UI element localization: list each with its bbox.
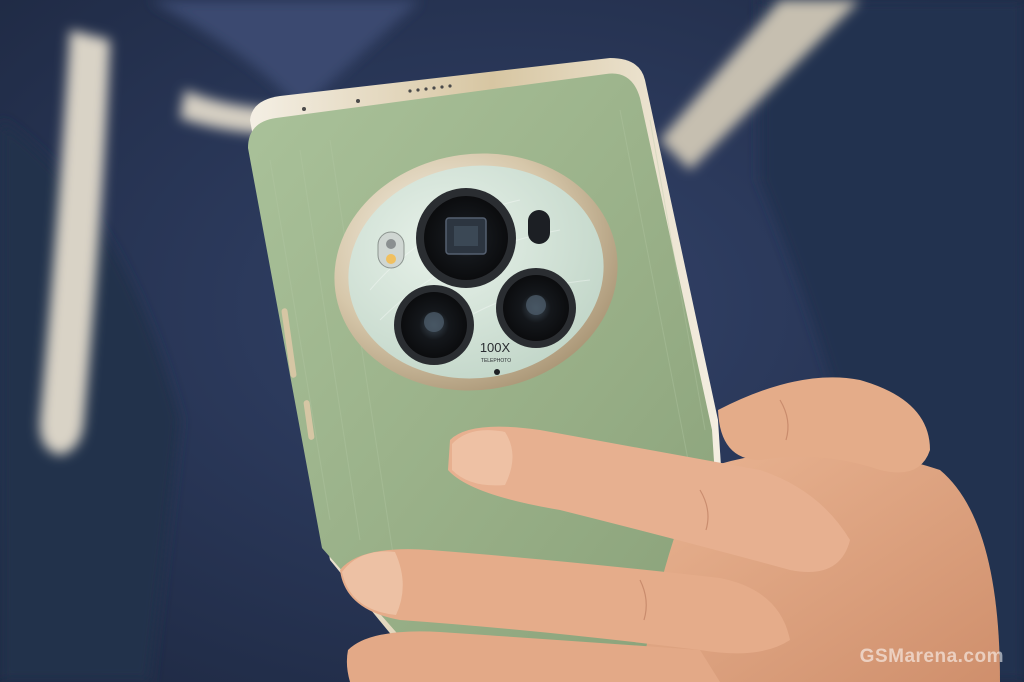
photo-scene: 100X TELEPHOTO GSMarena.com bbox=[0, 0, 1024, 682]
zoom-sublabel: TELEPHOTO bbox=[481, 358, 511, 364]
zoom-label: 100X bbox=[480, 340, 511, 355]
sensor-pill bbox=[528, 210, 550, 244]
right-lens bbox=[496, 268, 576, 348]
left-lens bbox=[394, 285, 474, 365]
main-lens bbox=[416, 188, 516, 288]
photo-illustration: 100X TELEPHOTO bbox=[0, 0, 1024, 682]
watermark-logo: GSMarena.com bbox=[859, 646, 1004, 667]
